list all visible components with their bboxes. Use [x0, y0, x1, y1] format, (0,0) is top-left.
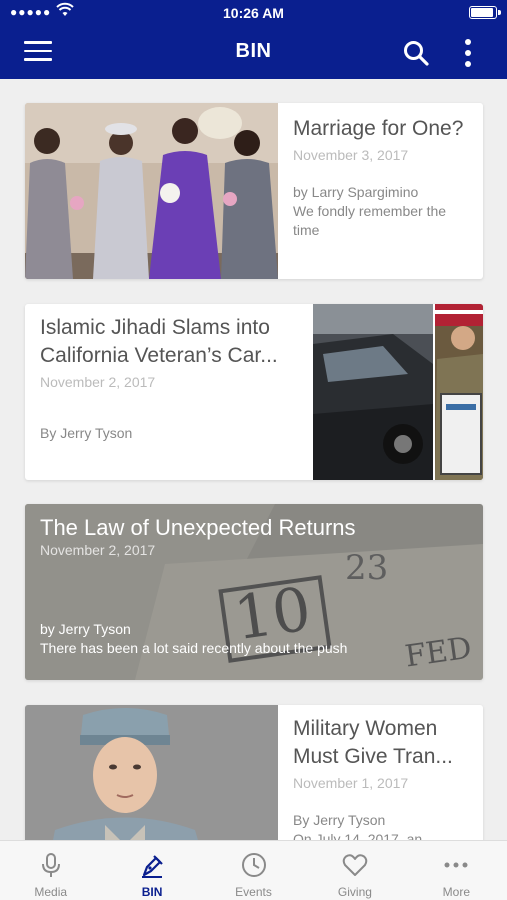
app-header: BIN — [0, 26, 507, 79]
article-date: November 2, 2017 — [40, 542, 156, 558]
article-byline: By Jerry Tyson — [293, 812, 386, 828]
article-byline: by Jerry Tyson — [40, 621, 131, 637]
tab-giving[interactable]: Giving — [304, 841, 405, 900]
article-text: Islamic Jihadi Slams into California Vet… — [40, 314, 308, 443]
pen-icon — [142, 855, 163, 878]
search-icon[interactable] — [402, 39, 430, 67]
article-card[interactable]: 10 FED 23 The Law of Unexpected Returns … — [25, 504, 483, 680]
article-text: Military Women Must Give Tran... Novembe… — [293, 715, 473, 840]
article-headline: Military Women Must Give Tran... — [293, 717, 453, 768]
clock-icon — [241, 853, 266, 877]
tab-label: Events — [235, 885, 272, 899]
article-byline: by Larry Spargimino — [293, 184, 419, 200]
tab-label: Giving — [337, 885, 372, 899]
tab-label: Media — [34, 885, 68, 899]
more-dots-icon — [444, 862, 468, 868]
tab-label: More — [442, 885, 470, 899]
article-excerpt: On July 14, 2017, an — [293, 831, 423, 840]
article-headline: The Law of Unexpected Returns — [40, 515, 356, 540]
article-excerpt: We fondly remember the time — [293, 203, 447, 238]
article-card[interactable]: Marriage for One? November 3, 2017 by La… — [25, 103, 483, 279]
status-time: 10:26 AM — [223, 5, 284, 21]
tab-more[interactable]: More — [406, 841, 507, 900]
tab-media[interactable]: Media — [0, 841, 101, 900]
wedding-party-photo — [25, 103, 278, 279]
bottom-tab-bar: Media BIN Events Giving More — [0, 840, 507, 900]
article-text: The Law of Unexpected Returns November 2… — [40, 514, 470, 658]
tab-label: BIN — [141, 885, 163, 899]
article-excerpt: There has been a lot said recently about… — [40, 640, 348, 656]
page-title: BIN — [235, 40, 272, 62]
more-vertical-icon[interactable] — [458, 38, 478, 68]
article-card[interactable]: Islamic Jihadi Slams into California Vet… — [25, 304, 483, 480]
tab-bin[interactable]: BIN — [101, 841, 202, 900]
battery-icon — [469, 6, 501, 19]
status-bar: ●●●●● 10:26 AM — [0, 0, 507, 26]
article-card[interactable]: Military Women Must Give Tran... Novembe… — [25, 705, 483, 840]
article-date: November 2, 2017 — [40, 374, 156, 390]
article-headline: Islamic Jihadi Slams into California Vet… — [40, 316, 278, 367]
article-feed[interactable]: Marriage for One? November 3, 2017 by La… — [0, 79, 507, 840]
tab-events[interactable]: Events — [203, 841, 304, 900]
article-date: November 3, 2017 — [293, 147, 409, 163]
article-byline: By Jerry Tyson — [40, 425, 133, 441]
article-headline: Marriage for One? — [293, 117, 464, 140]
microphone-icon — [41, 853, 60, 877]
wrecked-car-and-soldier-photo — [313, 304, 483, 480]
female-soldier-photo — [25, 705, 278, 840]
article-date: November 1, 2017 — [293, 775, 409, 791]
heart-icon — [342, 854, 368, 876]
article-text: Marriage for One? November 3, 2017 by La… — [293, 115, 473, 240]
